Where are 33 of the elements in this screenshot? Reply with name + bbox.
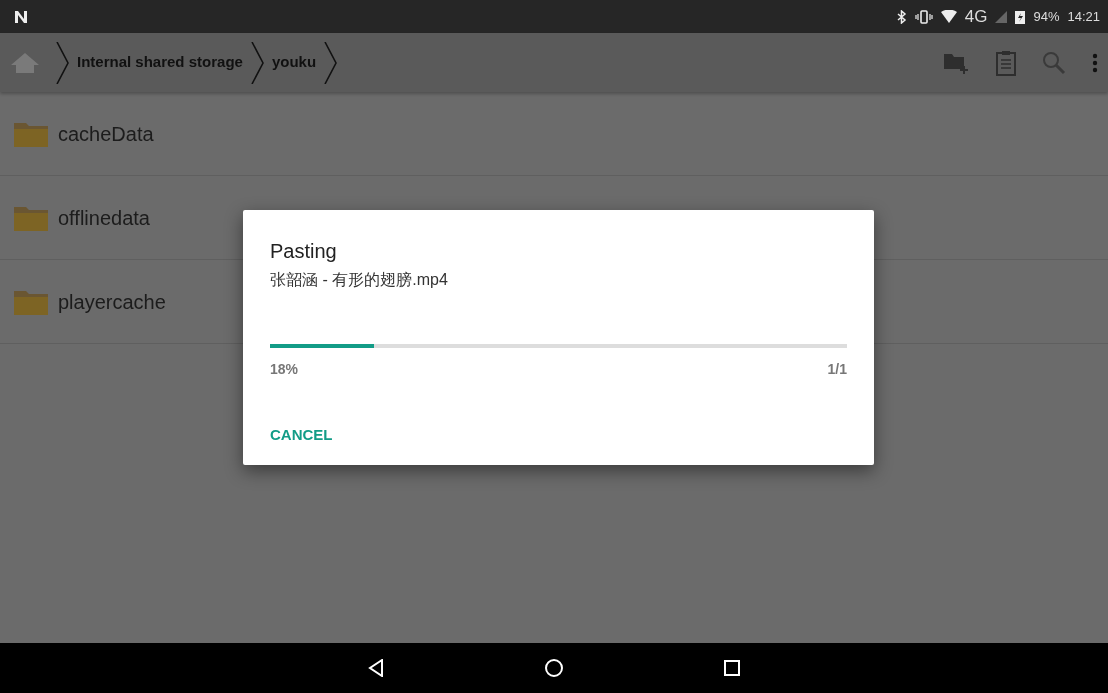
search-icon[interactable] <box>1042 50 1066 75</box>
folder-icon <box>14 288 48 315</box>
breadcrumb-item[interactable]: Internal shared storage <box>69 51 251 74</box>
wifi-icon <box>940 10 957 23</box>
progress-percent: 18% <box>270 360 299 379</box>
chevron-divider <box>56 41 69 84</box>
chevron-divider <box>324 41 338 84</box>
breadcrumb-item[interactable]: youku <box>263 51 325 74</box>
file-row[interactable]: cacheData <box>0 92 1108 176</box>
vibrate-icon <box>914 9 933 24</box>
network-label: 4G <box>964 5 988 28</box>
notification-icon <box>14 9 28 24</box>
cancel-button[interactable]: CANCEL <box>270 424 333 447</box>
signal-icon <box>995 10 1008 23</box>
dialog-title: Pasting <box>270 239 338 264</box>
file-count: 1/1 <box>827 360 847 379</box>
bluetooth-icon <box>896 9 907 24</box>
home-icon[interactable] <box>10 50 40 75</box>
recents-icon[interactable] <box>724 660 740 676</box>
file-name: offlinedata <box>58 205 150 231</box>
folder-icon <box>14 120 48 147</box>
chevron-divider <box>250 41 264 84</box>
clipboard-icon[interactable] <box>996 49 1016 76</box>
file-name: playercache <box>58 289 166 315</box>
battery-percent: 94% <box>1033 7 1060 26</box>
back-icon[interactable] <box>368 659 384 677</box>
battery-icon <box>1015 9 1026 24</box>
file-name: cacheData <box>58 121 154 147</box>
clock-time: 14:21 <box>1067 7 1100 26</box>
home-circle-icon[interactable] <box>544 658 564 678</box>
file-name: 张韶涵 - 有形的翅膀.mp4 <box>270 270 449 290</box>
more-options-icon[interactable] <box>1092 52 1098 73</box>
folder-icon <box>14 204 48 231</box>
